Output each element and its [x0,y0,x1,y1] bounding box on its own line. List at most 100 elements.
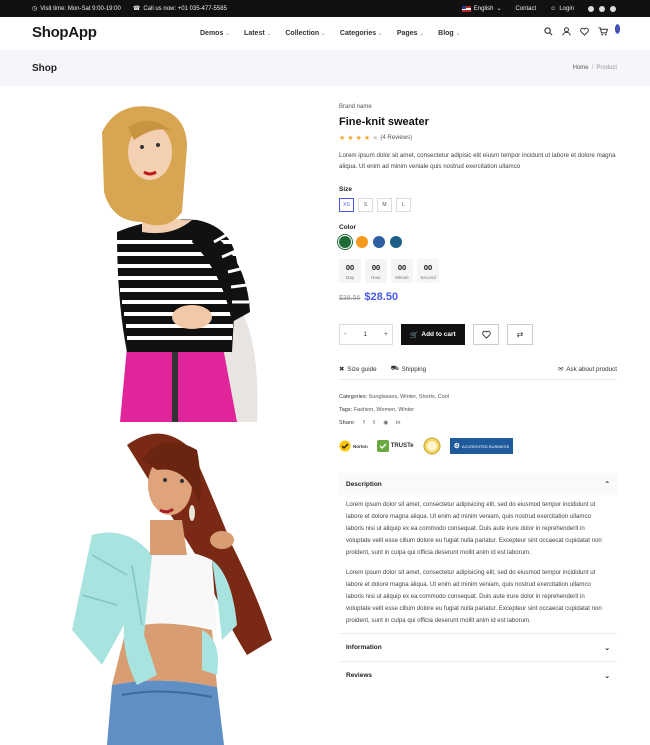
nav-item-pages[interactable]: Pages [397,30,424,37]
breadcrumb-home[interactable]: Home [573,65,589,71]
share-facebook-icon[interactable]: f [363,417,365,430]
color-swatch-orange[interactable] [356,236,368,248]
nav-item-latest[interactable]: Latest [244,30,271,37]
truck-icon: ⛟ [390,365,399,372]
ruler-icon: ✖ [339,365,345,373]
page-title: Shop [32,63,57,74]
timer-second: 00 Second [417,259,439,283]
wishlist-icon[interactable] [580,27,590,38]
size-option-m[interactable]: M [377,198,392,212]
nav-menu: Demos Latest Collection Categories Pages… [200,30,460,37]
categories-links[interactable]: Sunglasses, Winter, Shorts, Cool [369,394,449,400]
logo[interactable]: ShopApp [32,24,97,41]
product-image-1[interactable] [32,102,319,422]
current-price: $28.50 [364,291,399,303]
user-icon: ☺ [550,5,557,12]
color-options [339,236,402,248]
breadcrumb-separator: / [591,65,594,71]
product-image-2[interactable] [32,425,319,745]
account-icon[interactable] [562,27,572,38]
reviews-count[interactable]: (4 Reviews) [380,135,412,141]
add-to-wishlist-button[interactable] [473,324,499,345]
nav-item-categories[interactable]: Categories [340,30,383,37]
share-twitter-icon[interactable]: 𝕥 [373,417,376,430]
tags-links[interactable]: Fashion, Women, Winter [354,407,414,413]
old-price: $38.56 [339,295,361,302]
chevron-down-icon: ⌄ [496,6,502,12]
categories-row: Categories: Sunglasses, Winter, Shorts, … [339,394,450,400]
size-option-s[interactable]: S [358,198,373,212]
decrease-quantity-button[interactable]: - [344,331,346,338]
tags-row: Tags: Fashion, Women, Winter [339,407,415,413]
headset-icon: ☎ [132,6,141,12]
star-empty-icon: ★ [372,135,379,142]
description-accordion-header[interactable]: Description ⌃ [339,473,617,495]
linkedin-icon[interactable] [610,5,616,12]
increase-quantity-button[interactable]: + [384,331,388,338]
cart-icon[interactable]: 0 [598,24,620,38]
truste-badge: TRUSTe [376,437,414,455]
countdown-timer: 00 Day 00 Hour 00 Minute 00 Second [339,259,439,283]
add-to-cart-button[interactable]: 🛒 Add to cart [401,324,465,345]
breadcrumb: Home / Product [573,65,617,71]
color-swatch-green[interactable] [339,236,351,248]
quantity-stepper: - 1 + [339,324,393,345]
twitter-icon[interactable] [599,5,605,12]
size-option-xs[interactable]: XS [339,198,354,212]
size-option-l[interactable]: L [396,198,411,212]
language-select[interactable]: English ⌄ [461,5,502,12]
bbb-badge: ⚙ ACCREDITED BUSINESS [449,438,514,454]
price: $38.56 $28.50 [339,291,439,303]
description-content: Lorem ipsum dolor sit amet, consectetur … [346,501,602,624]
share-instagram-icon[interactable]: ◉ [383,417,388,430]
norton-badge: Norton [339,437,368,455]
clock-icon: ◷ [32,6,38,12]
chevron-down-icon: ⌄ [604,672,610,680]
brand-name[interactable]: Brand name [339,104,617,110]
size-options: XS S M L [339,198,411,212]
ask-about-product-link[interactable]: ✉ Ask about product [558,365,617,373]
product-accordion: Description ⌃ Lorem ipsum dolor sit amet… [339,473,617,689]
quantity-value[interactable]: 1 [363,332,366,338]
size-guide-link[interactable]: ✖ Size guide [339,365,377,373]
compare-button[interactable]: ⇄ [507,324,533,345]
login-link[interactable]: ☺ Login [550,6,574,12]
color-swatch-teal[interactable] [390,236,402,248]
facebook-icon[interactable] [588,5,594,12]
cart-count-badge: 0 [614,24,620,34]
page-header: Shop Home / Product [0,51,650,86]
main-nav: ShopApp Demos Latest Collection Categori… [0,17,650,51]
timer-minute: 00 Minute [391,259,413,283]
compare-icon: ⇄ [516,330,524,339]
share-row: Share: f 𝕥 ◉ in [339,417,449,430]
cart-icon: 🛒 [410,331,419,339]
color-swatch-blue[interactable] [373,236,385,248]
envelope-icon: ✉ [557,365,564,373]
product-title: Fine-knit sweater [339,116,429,128]
purchase-row: - 1 + 🛒 Add to cart ⇄ [339,324,533,345]
chevron-up-icon: ⌃ [604,481,610,488]
shipping-link[interactable]: ⛟ Shipping [391,365,426,373]
size-label: Size [339,186,353,193]
search-icon[interactable] [544,27,553,38]
seal-badge [423,437,441,455]
product-meta: Categories: Sunglasses, Winter, Shorts, … [339,391,449,430]
chevron-down-icon: ⌄ [604,644,610,652]
nav-item-demos[interactable]: Demos [200,30,230,37]
information-accordion-header[interactable]: Information ⌄ [339,633,617,661]
share-linkedin-icon[interactable]: in [396,417,400,430]
star-icon: ★ [339,135,346,142]
uk-flag-icon [461,5,471,12]
timer-day: 00 Day [339,259,361,283]
product-info: Brand name Fine-knit sweater ★ ★ ★ ★ ★ (… [339,104,617,680]
nav-item-collection[interactable]: Collection [285,30,326,37]
heart-icon [481,330,491,339]
star-icon: ★ [363,135,371,142]
short-description: Lorem ipsum dolor sit amet, consectetur … [339,152,616,170]
contact-link[interactable]: Contact [515,6,536,12]
product-links: ✖ Size guide ⛟ Shipping ✉ Ask about product [339,365,617,380]
nav-item-blog[interactable]: Blog [438,30,460,37]
reviews-accordion-header[interactable]: Reviews ⌄ [339,661,617,689]
breadcrumb-current: Product [596,65,617,71]
timer-hour: 00 Hour [365,259,387,283]
